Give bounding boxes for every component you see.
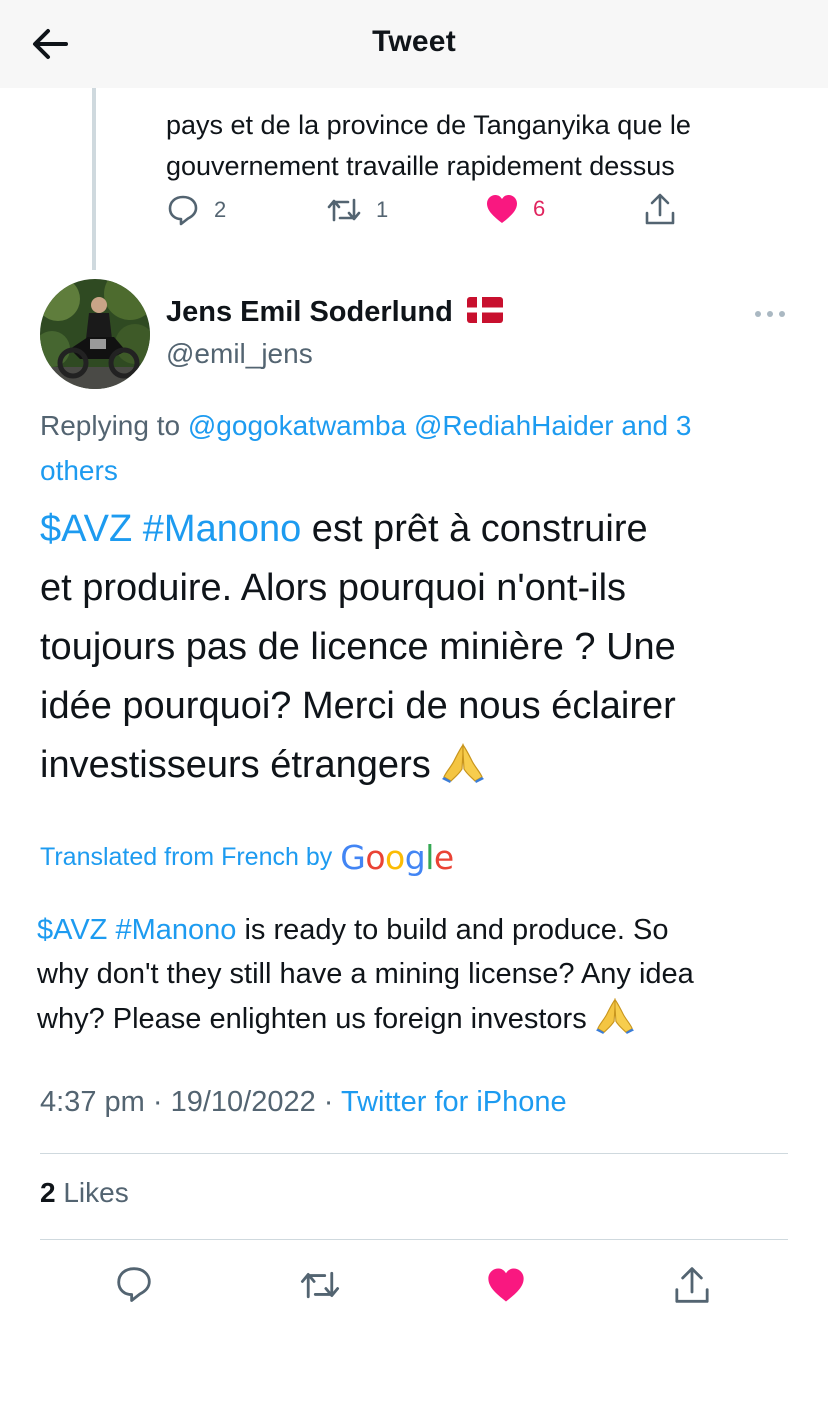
replying-to: Replying to @gogokatwamba @RediahHaider … — [40, 403, 800, 493]
translated-from-label: Translated from French by — [40, 843, 333, 871]
tweet-date: 19/10/2022 — [170, 1086, 316, 1118]
likes-stat[interactable]: 2 Likes — [40, 1177, 129, 1209]
more-icon[interactable] — [754, 307, 786, 326]
retweet-button[interactable] — [298, 1265, 342, 1305]
thread-connector-line — [92, 88, 96, 270]
parent-like-button[interactable]: 6 — [485, 193, 545, 225]
page-title: Tweet — [372, 25, 456, 58]
tweet-source-link[interactable]: Twitter for iPhone — [341, 1086, 567, 1118]
folded-hands-emoji-icon — [441, 741, 485, 801]
meta-separator: · — [144, 1086, 171, 1118]
share-icon — [645, 193, 675, 225]
cashtag-link[interactable]: $AVZ — [37, 914, 107, 946]
retweet-icon — [327, 198, 361, 222]
tweet-text-line: investisseurs étrangers — [40, 744, 442, 786]
divider — [40, 1239, 788, 1240]
folded-hands-emoji-icon — [595, 996, 635, 1047]
translation-text-line: is ready to build and produce. So — [236, 914, 669, 946]
author-handle[interactable]: @emil_jens — [166, 338, 313, 370]
top-nav-bar: Tweet — [0, 0, 828, 88]
divider — [40, 1153, 788, 1154]
reply-count: 2 — [214, 197, 227, 222]
parent-retweet-button[interactable]: 1 — [326, 193, 388, 227]
tweet-text-line: est prêt à construire — [301, 508, 648, 550]
heart-icon — [488, 1268, 524, 1302]
parent-tweet-line: gouvernement travaille rapidement dessus — [166, 151, 675, 181]
translation-text-line: why? Please enlighten us foreign investo… — [37, 1003, 595, 1035]
parent-tweet-line: pays et de la province de Tanganyika que… — [166, 110, 691, 140]
reply-button[interactable] — [114, 1264, 154, 1304]
others-link[interactable]: and 3 — [614, 410, 691, 441]
tweet-body: $AVZ #Manono est prêt à construire et pr… — [40, 500, 810, 801]
cashtag-link[interactable]: $AVZ — [40, 508, 132, 550]
hashtag-link[interactable]: #Manono — [115, 914, 236, 946]
translation-body: $AVZ #Manono is ready to build and produ… — [37, 908, 807, 1047]
tweet-time: 4:37 pm — [40, 1086, 145, 1118]
avatar[interactable] — [40, 279, 150, 389]
like-count: 6 — [533, 196, 546, 221]
tweet-meta: 4:37 pm · 19/10/2022 · Twitter for iPhon… — [40, 1086, 567, 1119]
google-logo: Google — [340, 838, 454, 877]
meta-separator: · — [315, 1086, 341, 1118]
parent-share-button[interactable] — [643, 191, 677, 227]
denmark-flag-icon — [466, 297, 503, 328]
retweet-icon — [300, 1271, 340, 1299]
mention-link[interactable]: @gogokatwamba — [188, 410, 406, 441]
heart-icon — [487, 195, 517, 223]
reply-icon — [168, 195, 198, 226]
likes-count: 2 — [40, 1177, 56, 1208]
like-button[interactable] — [486, 1266, 526, 1304]
tweet-text-line: et produire. Alors pourquoi n'ont-ils — [40, 567, 627, 609]
parent-reply-button[interactable]: 2 — [166, 193, 226, 227]
tweet-text-line: toujours pas de licence minière ? Une — [40, 626, 676, 668]
likes-label: Likes — [55, 1177, 129, 1208]
translation-text-line: why don't they still have a mining licen… — [37, 958, 694, 990]
replying-prefix: Replying to — [40, 410, 188, 441]
tweet-text-line: idée pourquoi? Merci de nous éclairer — [40, 685, 676, 727]
translation-header: Translated from French by Google — [40, 838, 454, 877]
author-name-row[interactable]: Jens Emil Soderlund — [166, 296, 503, 329]
others-link-cont[interactable]: others — [40, 455, 118, 486]
hashtag-link[interactable]: #Manono — [143, 508, 301, 550]
share-button[interactable] — [672, 1264, 712, 1306]
retweet-count: 1 — [376, 197, 389, 222]
share-icon — [675, 1267, 709, 1303]
author-display-name[interactable]: Jens Emil Soderlund — [166, 296, 453, 329]
reply-icon — [117, 1267, 151, 1302]
mention-link[interactable]: @RediahHaider — [414, 410, 614, 441]
